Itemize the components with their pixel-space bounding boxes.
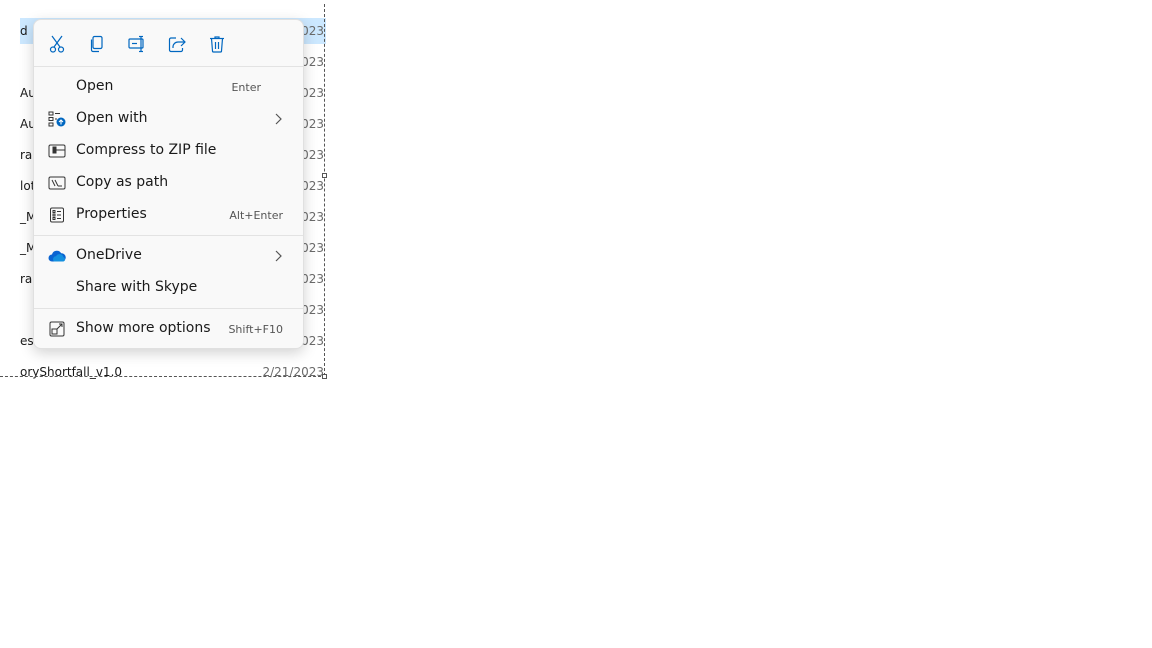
- menu-item-onedrive[interactable]: OneDrive: [38, 241, 299, 271]
- menu-item-label: Open: [76, 78, 114, 94]
- shortcut-label: Enter: [231, 81, 261, 94]
- properties-icon: [48, 207, 66, 223]
- rename-icon: [128, 35, 144, 53]
- menu-item-label: Show more options: [76, 320, 211, 336]
- menu-item-label: Open with: [76, 110, 148, 126]
- shortcut-label: Alt+Enter: [229, 209, 283, 222]
- share-button[interactable]: [164, 32, 190, 56]
- rename-button[interactable]: [124, 32, 150, 56]
- copy-icon: [90, 35, 103, 53]
- delete-icon: [210, 36, 224, 53]
- menu-item-label: Share with Skype: [76, 279, 198, 295]
- menu-item-label: OneDrive: [76, 247, 142, 263]
- zip-icon: [48, 143, 66, 159]
- open-with-icon: [48, 111, 66, 127]
- menu-item-label: Compress to ZIP file: [76, 142, 217, 158]
- onedrive-icon: [48, 248, 66, 264]
- quick-actions-bar: [34, 20, 303, 66]
- chevron-right-icon: [275, 113, 282, 125]
- menu-item-properties[interactable]: Properties Alt+Enter: [38, 200, 299, 230]
- copy-button[interactable]: [84, 32, 110, 56]
- selection-border-bottom: [0, 376, 326, 377]
- menu-item-open[interactable]: Open Enter: [38, 72, 299, 102]
- menu-divider: [34, 66, 303, 67]
- resize-handle[interactable]: [322, 173, 327, 178]
- share-icon: [168, 37, 186, 53]
- menu-divider: [34, 235, 303, 236]
- menu-item-copy-as-path[interactable]: Copy as path: [38, 168, 299, 198]
- show-more-icon: [48, 321, 66, 337]
- copy-path-icon: [48, 175, 66, 191]
- selection-border-right: [324, 4, 325, 376]
- file-row[interactable]: oryShortfall_v1.0 2/21/2023: [0, 359, 326, 385]
- shortcut-label: Shift+F10: [228, 323, 283, 336]
- menu-item-label: Properties: [76, 206, 147, 222]
- menu-item-share-skype[interactable]: Share with Skype: [38, 273, 299, 303]
- resize-handle[interactable]: [322, 374, 327, 379]
- cut-icon: [49, 35, 65, 53]
- cut-button[interactable]: [44, 32, 70, 56]
- file-name: d: [20, 24, 28, 38]
- delete-button[interactable]: [204, 32, 230, 56]
- menu-divider: [34, 308, 303, 309]
- menu-item-label: Copy as path: [76, 174, 169, 190]
- menu-item-show-more-options[interactable]: Show more options Shift+F10: [38, 314, 299, 344]
- chevron-right-icon: [275, 250, 282, 262]
- menu-item-open-with[interactable]: Open with: [38, 104, 299, 134]
- menu-item-compress-zip[interactable]: Compress to ZIP file: [38, 136, 299, 166]
- context-menu: Open Enter Open with Compress to ZIP fil…: [33, 19, 304, 349]
